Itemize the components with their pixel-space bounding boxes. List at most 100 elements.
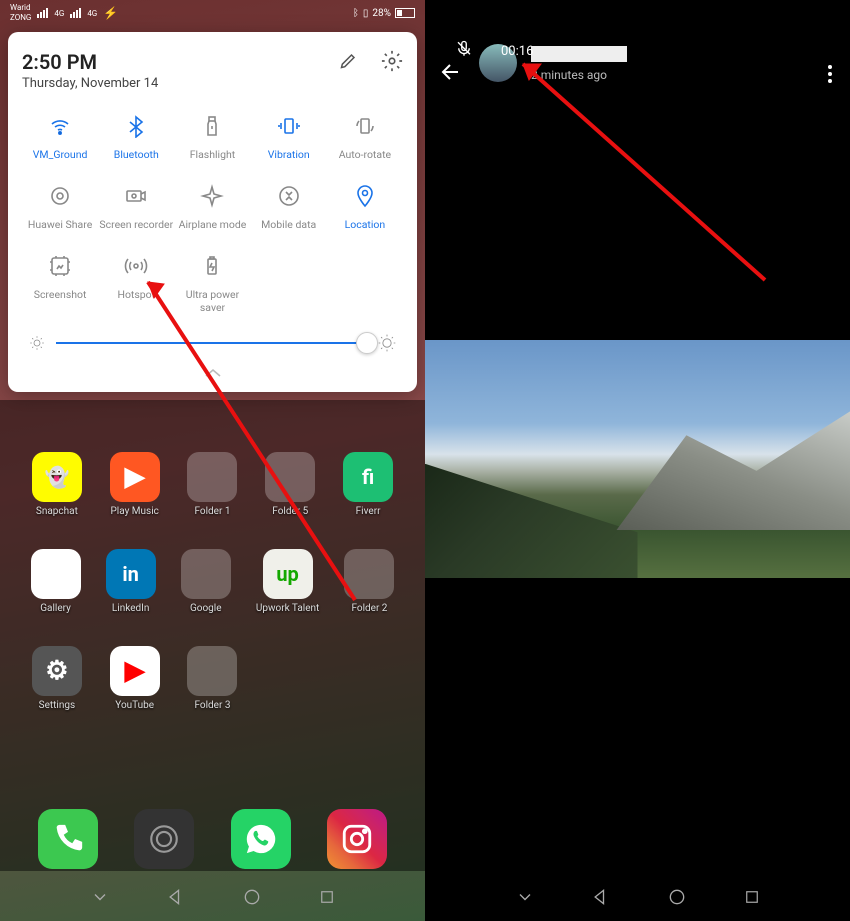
settings-icon[interactable] [381, 50, 403, 72]
story-image[interactable] [425, 340, 850, 578]
app-linkedin[interactable]: inLinkedIn [106, 549, 156, 614]
nav-bar-right [425, 873, 850, 921]
app-play-music[interactable]: ▶Play Music [110, 452, 160, 517]
wifi-icon: ⚡ [103, 6, 118, 20]
nav-back-icon[interactable] [166, 887, 186, 907]
story-subtitle: 2 minutes ago [531, 68, 627, 82]
flashlight-icon [199, 113, 225, 139]
app-fiverr[interactable]: fiFiverr [343, 452, 393, 517]
qs-date: Thursday, November 14 [22, 76, 158, 91]
battery-icon [395, 8, 415, 18]
app-label: Upwork Talent [256, 603, 319, 614]
quick-settings-panel[interactable]: 2:50 PM Thursday, November 14 VM_GroundB… [8, 32, 417, 392]
app-folder-3[interactable]: Folder 3 [187, 646, 237, 711]
dock-app-camera[interactable] [134, 809, 194, 869]
qs-tile-label: Huawei Share [28, 219, 92, 245]
qs-tile-data[interactable]: Mobile data [251, 183, 327, 245]
app-label: Google [190, 603, 222, 614]
qs-tile-vibration[interactable]: Vibration [251, 113, 327, 175]
app-folder-5[interactable]: Folder 5 [265, 452, 315, 517]
brightness-slider[interactable] [22, 329, 403, 357]
app-label: Folder 2 [351, 603, 387, 614]
brightness-track[interactable] [56, 342, 367, 344]
recorder-icon [123, 183, 149, 209]
phone-icon [38, 809, 98, 869]
battery-icon [199, 253, 225, 279]
location-icon [352, 183, 378, 209]
screenshot-icon [47, 253, 73, 279]
battery-percent: 28% [372, 8, 391, 19]
mic-muted-icon [455, 40, 473, 58]
app-snapchat[interactable]: 👻Snapchat [32, 452, 82, 517]
dock-app-instagram[interactable] [327, 809, 387, 869]
nav-down-icon[interactable] [90, 887, 110, 907]
qs-tile-battery[interactable]: Ultra power saver [174, 253, 250, 315]
rotate-icon [352, 113, 378, 139]
qs-tile-airplane[interactable]: Airplane mode [174, 183, 250, 245]
app-label: Settings [39, 700, 76, 711]
qs-tile-label: Location [345, 219, 386, 245]
app-icon: in [106, 549, 156, 599]
story-header: 00:16 2 minutes ago [425, 0, 850, 92]
app-icon: 🖼 [31, 549, 81, 599]
app-folder-2[interactable]: Folder 2 [344, 549, 394, 614]
nav-bar [0, 873, 425, 921]
bluetooth-status-icon: ᛒ [353, 8, 359, 19]
app-icon: ⚙ [32, 646, 82, 696]
qs-tile-screenshot[interactable]: Screenshot [22, 253, 98, 315]
net-type-1: 4G [54, 9, 64, 18]
app-youtube[interactable]: ▶YouTube [110, 646, 160, 711]
nav-back-icon[interactable] [591, 887, 611, 907]
nav-home-icon[interactable] [667, 887, 687, 907]
app-upwork-talent[interactable]: up Upwork Talent [256, 549, 319, 614]
airplane-icon [199, 183, 225, 209]
app-gallery[interactable]: 🖼Gallery [31, 549, 81, 614]
nav-home-icon[interactable] [242, 887, 262, 907]
data-icon [276, 183, 302, 209]
qs-tile-hotspot[interactable]: Hotspot [98, 253, 174, 315]
qs-tile-rotate[interactable]: Auto-rotate [327, 113, 403, 175]
nav-recent-icon[interactable] [318, 888, 336, 906]
app-icon: up [263, 549, 313, 599]
qs-collapse-icon[interactable] [22, 363, 403, 382]
qs-tile-label: VM_Ground [33, 149, 88, 175]
app-label: Play Music [110, 506, 158, 517]
app-label: Folder 5 [272, 506, 308, 517]
nav-down-icon[interactable] [515, 887, 535, 907]
qs-tile-label: Hotspot [117, 289, 155, 315]
app-label: Folder 3 [194, 700, 230, 711]
dock-app-whatsapp[interactable] [231, 809, 291, 869]
nav-recent-icon[interactable] [743, 888, 761, 906]
app-google[interactable]: Google [181, 549, 231, 614]
app-label: Fiverr [356, 506, 381, 517]
qs-tile-share[interactable]: Huawei Share [22, 183, 98, 245]
qs-tile-label: Screenshot [34, 289, 87, 315]
folder-icon [344, 549, 394, 599]
brightness-thumb[interactable] [356, 332, 378, 354]
app-label: Folder 1 [194, 506, 230, 517]
net-type-2: 4G [87, 9, 97, 18]
app-label: Snapchat [36, 506, 78, 517]
qs-tile-label: Mobile data [261, 219, 316, 245]
signal-icon-2 [70, 8, 81, 18]
more-icon[interactable] [828, 62, 832, 86]
camera-icon [134, 809, 194, 869]
folder-icon [181, 549, 231, 599]
app-settings[interactable]: ⚙ Settings [32, 646, 82, 711]
dock-app-phone[interactable] [38, 809, 98, 869]
folder-icon [187, 646, 237, 696]
right-phone-screen: 00:16 2 minutes ago [425, 0, 850, 921]
qs-tile-label: Auto-rotate [339, 149, 391, 175]
edit-icon[interactable] [339, 50, 359, 70]
qs-tile-location[interactable]: Location [327, 183, 403, 245]
status-bar: Warid ZONG 4G 4G ⚡ ᛒ ▯ 28% [0, 0, 425, 26]
qs-tile-wifi[interactable]: VM_Ground [22, 113, 98, 175]
qs-tile-recorder[interactable]: Screen recorder [98, 183, 174, 245]
qs-tile-label: Flashlight [190, 149, 236, 175]
share-icon [47, 183, 73, 209]
qs-tile-flashlight[interactable]: Flashlight [174, 113, 250, 175]
app-folder-1[interactable]: Folder 1 [187, 452, 237, 517]
back-icon[interactable] [439, 60, 463, 84]
qs-tile-bluetooth[interactable]: Bluetooth [98, 113, 174, 175]
qs-tile-label: Screen recorder [99, 219, 173, 245]
